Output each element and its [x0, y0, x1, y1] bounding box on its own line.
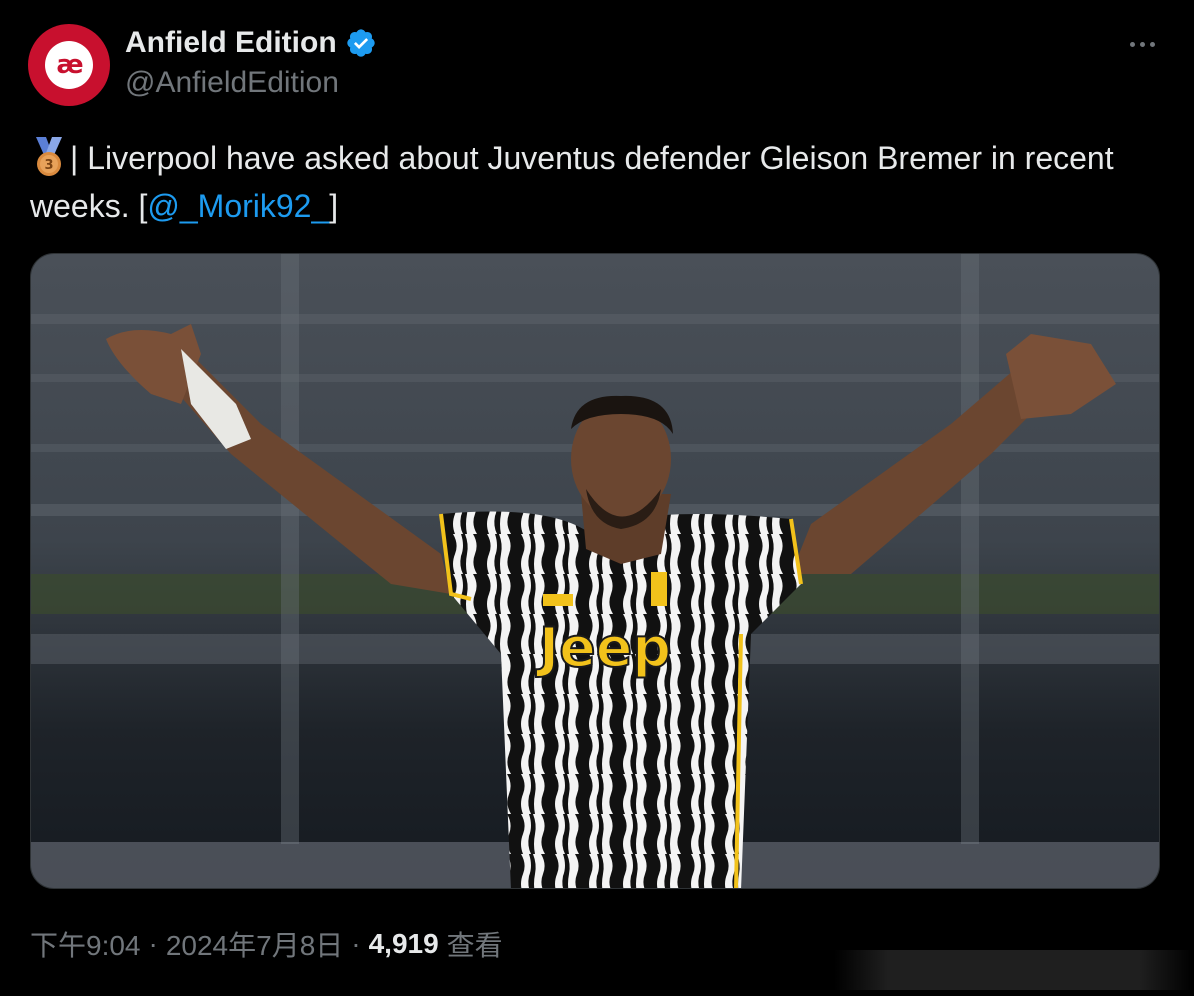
medal-number: 3	[44, 158, 53, 173]
third-place-medal-icon: 3	[36, 137, 62, 176]
author-name[interactable]: Anfield Edition	[125, 26, 337, 60]
author-name-row: Anfield Edition	[125, 26, 377, 60]
avatar-logo: æ	[45, 41, 93, 89]
tweet-card: æ Anfield Edition @AnfieldEdition 3 | Li…	[0, 0, 1194, 996]
tweet-date[interactable]: 2024年7月8日	[166, 924, 343, 964]
watermark-overlay	[834, 950, 1194, 990]
more-dot-icon	[1149, 41, 1155, 47]
tweet-meta: 下午9:04 · 2024年7月8日 · 4,919 查看	[30, 924, 503, 964]
more-dot-icon	[1129, 41, 1135, 47]
more-options-button[interactable]	[1120, 26, 1164, 62]
tweet-time[interactable]: 下午9:04	[30, 924, 141, 964]
mention-link[interactable]: @_Morik92_	[147, 188, 329, 224]
author-handle[interactable]: @AnfieldEdition	[125, 66, 339, 100]
separator-dot: ·	[351, 928, 361, 959]
views-count: 4,919	[368, 928, 439, 959]
avatar[interactable]: æ	[28, 24, 110, 106]
tweet-text: 3 | Liverpool have asked about Juventus …	[30, 134, 1160, 230]
separator-dot: ·	[148, 928, 158, 959]
verified-badge-icon	[346, 29, 375, 57]
tweet-photo[interactable]: Jeep	[30, 253, 1160, 889]
jersey-sponsor: Jeep	[535, 616, 671, 679]
photo-illustration: Jeep	[31, 254, 1159, 888]
tweet-body-end: ]	[329, 188, 339, 224]
views-label: 查看	[446, 930, 503, 961]
more-dot-icon	[1139, 41, 1145, 47]
